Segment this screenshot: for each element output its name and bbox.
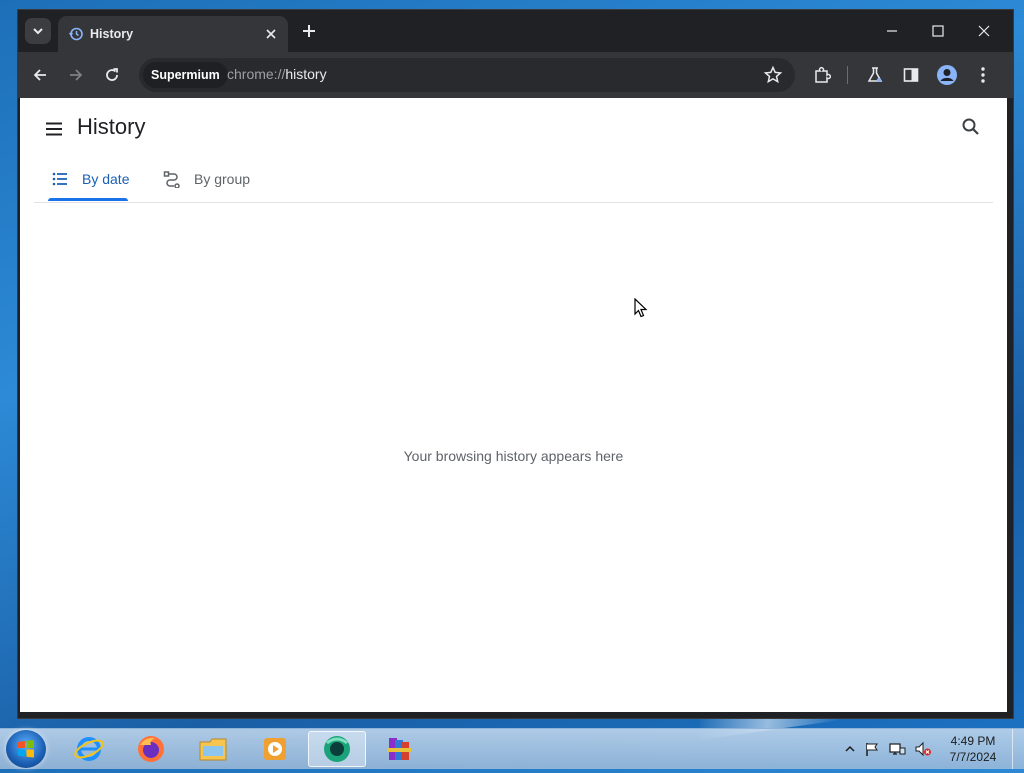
menu-button[interactable]	[971, 63, 995, 87]
windows-logo-icon	[18, 740, 34, 758]
folder-icon	[199, 738, 227, 761]
new-tab-button[interactable]	[300, 22, 318, 40]
show-hidden-icons-icon[interactable]	[844, 743, 856, 755]
mouse-cursor-icon	[634, 298, 648, 318]
close-icon[interactable]	[262, 25, 280, 43]
history-view-tabs: By date By group	[34, 156, 993, 203]
more-vertical-icon	[981, 67, 985, 83]
tab-by-date-label: By date	[82, 171, 130, 187]
arrow-left-icon	[33, 69, 46, 81]
forward-button[interactable]	[64, 63, 88, 87]
browser-toolbar: Supermium chrome://history	[18, 52, 1013, 98]
minimize-icon	[887, 30, 897, 32]
profile-button[interactable]	[935, 63, 959, 87]
avatar-icon	[937, 65, 957, 85]
taskbar-internet-explorer[interactable]	[60, 731, 118, 767]
url-scheme: chrome://	[227, 66, 286, 82]
page-title: History	[77, 114, 146, 139]
reload-button[interactable]	[100, 63, 124, 87]
browser-window: History Supermium chrome://history Histo…	[18, 10, 1013, 718]
tab-by-group[interactable]: By group	[160, 156, 250, 202]
selected-tab-indicator	[48, 198, 128, 201]
address-bar[interactable]: Supermium chrome://history	[139, 58, 795, 92]
internet-explorer-icon	[74, 737, 104, 761]
history-page: History By date By group Your browsing h…	[20, 98, 1007, 712]
tab-title: History	[90, 27, 134, 41]
clock-date: 7/7/2024	[949, 750, 997, 764]
url-host: history	[285, 66, 327, 82]
taskbar-winrar[interactable]	[370, 731, 428, 767]
group-icon	[162, 169, 182, 189]
reload-icon	[106, 68, 118, 81]
winrar-icon	[387, 738, 411, 760]
puzzle-icon	[815, 66, 831, 83]
volume-muted-icon[interactable]	[914, 741, 932, 757]
hamburger-menu-icon[interactable]	[43, 118, 65, 140]
taskbar: 4:49 PM 7/7/2024	[0, 728, 1024, 769]
maximize-button[interactable]	[915, 18, 961, 44]
title-bar: History	[18, 10, 1013, 52]
arrow-right-icon	[70, 69, 83, 81]
tab-search-button[interactable]	[25, 18, 51, 44]
network-icon[interactable]	[888, 741, 906, 757]
url-text: chrome://history	[227, 66, 327, 82]
window-close-button[interactable]	[961, 18, 1007, 44]
supermium-icon	[324, 736, 350, 762]
bookmark-star-icon[interactable]	[763, 65, 783, 85]
minimize-button[interactable]	[869, 18, 915, 44]
system-tray	[844, 729, 932, 769]
history-icon	[68, 27, 83, 41]
taskbar-supermium[interactable]	[308, 731, 366, 767]
list-icon	[50, 169, 70, 189]
site-chip[interactable]: Supermium	[143, 62, 228, 88]
flask-icon	[867, 67, 883, 82]
action-center-flag-icon[interactable]	[864, 741, 880, 757]
chevron-down-icon	[33, 28, 43, 35]
empty-history-message: Your browsing history appears here	[403, 448, 624, 464]
start-button[interactable]	[6, 730, 46, 768]
search-icon[interactable]	[960, 116, 982, 138]
labs-button[interactable]	[863, 63, 887, 87]
tab-by-group-label: By group	[194, 171, 251, 187]
taskbar-clock[interactable]: 4:49 PM 7/7/2024	[938, 733, 1008, 765]
side-panel-button[interactable]	[899, 63, 923, 87]
show-desktop-button[interactable]	[1012, 729, 1024, 769]
maximize-icon	[932, 25, 944, 37]
taskbar-file-explorer[interactable]	[184, 731, 242, 767]
close-icon	[978, 25, 990, 37]
browser-tab-history[interactable]: History	[58, 16, 288, 52]
tab-by-date[interactable]: By date	[48, 156, 129, 202]
back-button[interactable]	[28, 63, 52, 87]
side-panel-icon	[903, 68, 919, 82]
taskbar-media-player[interactable]	[246, 731, 304, 767]
media-player-icon	[264, 738, 286, 760]
taskbar-firefox[interactable]	[122, 731, 180, 767]
extensions-button[interactable]	[810, 63, 834, 87]
toolbar-divider	[847, 66, 848, 84]
clock-time: 4:49 PM	[950, 734, 996, 748]
firefox-icon	[138, 736, 164, 762]
